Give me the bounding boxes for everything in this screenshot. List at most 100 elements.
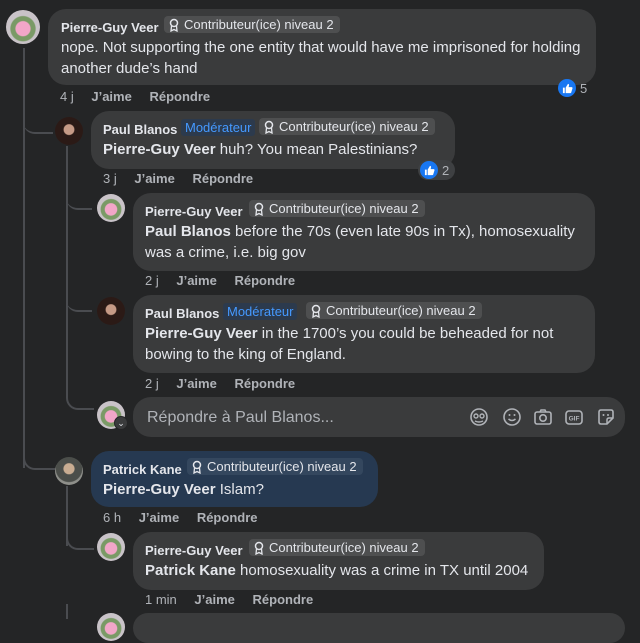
avatar[interactable] <box>55 457 83 485</box>
comment-actions: 6 h J’aime Répondre <box>103 510 271 525</box>
comment-text: Paul Blanos before the 70s (even late 90… <box>145 221 585 263</box>
thread-connector-reply-box <box>66 392 94 410</box>
comment-bubble: Paul Blanos Modérateur Contributeur(ice)… <box>133 295 595 373</box>
reply-box: GIF <box>133 397 625 439</box>
badge-label: Contributeur(ice) niveau 2 <box>184 17 334 32</box>
comment-text: Pierre-Guy Veer huh? You mean Palestinia… <box>103 139 443 160</box>
contributor-badge: Contributeur(ice) niveau 2 <box>249 200 425 217</box>
emoji-icon[interactable] <box>502 407 522 427</box>
comment-body: Islam? <box>215 481 264 498</box>
comment-actions: 2 j J’aime Répondre <box>145 273 309 288</box>
reply-button[interactable]: Répondre <box>149 89 210 104</box>
badge-label: Contributeur(ice) niveau 2 <box>269 540 419 555</box>
avatar[interactable] <box>55 117 83 145</box>
thread-connector-pgv-1 <box>66 196 92 210</box>
comment-text: nope. Not supporting the one entity that… <box>61 39 581 77</box>
badge-label: Contributeur(ice) niveau 2 <box>269 201 419 216</box>
gif-icon[interactable]: GIF <box>564 407 584 427</box>
contributor-badge: Contributeur(ice) niveau 2 <box>187 458 363 475</box>
contributor-badge: Contributeur(ice) niveau 2 <box>259 118 435 135</box>
thread-line-main <box>23 48 25 468</box>
avatar[interactable] <box>97 533 125 561</box>
comment-actions: 2 j J’aime Répondre <box>145 376 309 391</box>
avatar-sticker-icon[interactable] <box>469 407 489 427</box>
comment-time[interactable]: 4 j <box>60 89 74 104</box>
award-icon <box>169 18 179 32</box>
comment-author[interactable]: Pierre-Guy Veer <box>61 20 159 35</box>
comment-author[interactable]: Paul Blanos <box>145 306 219 321</box>
mention-link[interactable]: Pierre-Guy Veer <box>103 481 216 498</box>
comment-time[interactable]: 2 j <box>145 273 159 288</box>
like-button[interactable]: J’aime <box>176 273 216 288</box>
like-button[interactable]: J’aime <box>176 376 216 391</box>
award-icon <box>192 460 202 474</box>
comment-time[interactable]: 3 j <box>103 171 117 186</box>
award-icon <box>254 202 264 216</box>
reaction-number: 5 <box>580 80 588 96</box>
avatar[interactable] <box>6 10 40 44</box>
avatar[interactable] <box>97 297 125 325</box>
moderator-badge: Modérateur <box>181 119 256 136</box>
comment-time[interactable]: 1 min <box>145 592 177 607</box>
sticker-icon[interactable] <box>596 407 616 427</box>
award-icon <box>264 120 274 134</box>
reply-input[interactable] <box>145 397 449 439</box>
comment-time[interactable]: 6 h <box>103 510 121 525</box>
like-button[interactable]: J’aime <box>194 592 234 607</box>
badge-label: Contributeur(ice) niveau 2 <box>207 459 357 474</box>
contributor-badge: Contributeur(ice) niveau 2 <box>249 539 425 556</box>
thread-line-paul <box>66 146 68 396</box>
comment-body: homosexuality was a crime in TX until 20… <box>235 562 529 579</box>
mention-link[interactable]: Pierre-Guy Veer <box>145 325 258 342</box>
svg-text:GIF: GIF <box>569 416 580 423</box>
reaction-number: 2 <box>442 162 450 178</box>
mention-link[interactable]: Pierre-Guy Veer <box>103 141 216 158</box>
camera-icon[interactable] <box>533 407 553 427</box>
moderator-badge: Modérateur <box>223 303 298 320</box>
reaction-count[interactable]: 2 <box>418 160 456 180</box>
next-bubble-partial <box>133 613 625 643</box>
award-icon <box>311 304 321 318</box>
thread-connector-patrick <box>23 452 55 470</box>
comment-bubble: Paul Blanos Modérateur Contributeur(ice)… <box>91 111 455 169</box>
reply-button[interactable]: Répondre <box>192 171 253 186</box>
like-button[interactable]: J’aime <box>91 89 131 104</box>
avatar-dropdown-icon[interactable]: ⌄ <box>114 416 128 430</box>
contributor-badge: Contributeur(ice) niveau 2 <box>164 16 340 33</box>
comment-actions: 1 min J’aime Répondre <box>145 592 327 607</box>
like-icon <box>558 79 576 97</box>
comment-author[interactable]: Patrick Kane <box>103 462 182 477</box>
comment-author[interactable]: Paul Blanos <box>103 122 177 137</box>
comment-body: huh? You mean Palestinians? <box>215 141 418 158</box>
thread-connector-next <box>66 604 94 619</box>
comment-actions: 3 j J’aime Répondre <box>103 171 267 186</box>
reply-button[interactable]: Répondre <box>234 273 295 288</box>
reply-button[interactable]: Répondre <box>253 592 314 607</box>
comment-bubble: Pierre-Guy Veer Contributeur(ice) niveau… <box>48 9 596 85</box>
avatar-partial[interactable] <box>97 613 125 641</box>
like-button[interactable]: J’aime <box>134 171 174 186</box>
comment-text: Pierre-Guy Veer in the 1700’s you could … <box>145 323 585 365</box>
reply-button[interactable]: Répondre <box>197 510 258 525</box>
comment-author[interactable]: Pierre-Guy Veer <box>145 543 243 558</box>
mention-link[interactable]: Patrick Kane <box>145 562 236 579</box>
award-icon <box>254 541 264 555</box>
comment-bubble-highlighted: Patrick Kane Contributeur(ice) niveau 2 … <box>91 451 378 507</box>
comment-time[interactable]: 2 j <box>145 376 159 391</box>
comment-bubble: Pierre-Guy Veer Contributeur(ice) niveau… <box>133 193 595 271</box>
reply-button[interactable]: Répondre <box>234 376 295 391</box>
contributor-badge: Contributeur(ice) niveau 2 <box>306 302 482 319</box>
badge-label: Contributeur(ice) niveau 2 <box>279 119 429 134</box>
thread-connector-pgv-3 <box>66 530 94 550</box>
comment-bubble: Pierre-Guy Veer Contributeur(ice) niveau… <box>133 532 544 590</box>
mention-link[interactable]: Paul Blanos <box>145 223 231 240</box>
thread-connector-paul-2 <box>66 296 92 312</box>
comment-text: Pierre-Guy Veer Islam? <box>103 479 373 500</box>
like-button[interactable]: J’aime <box>139 510 179 525</box>
reaction-count[interactable]: 5 <box>558 79 587 97</box>
avatar[interactable] <box>97 194 125 222</box>
thread-connector-paul <box>23 118 53 134</box>
badge-label: Contributeur(ice) niveau 2 <box>326 303 476 318</box>
comment-text: Patrick Kane homosexuality was a crime i… <box>145 560 540 581</box>
comment-author[interactable]: Pierre-Guy Veer <box>145 204 243 219</box>
